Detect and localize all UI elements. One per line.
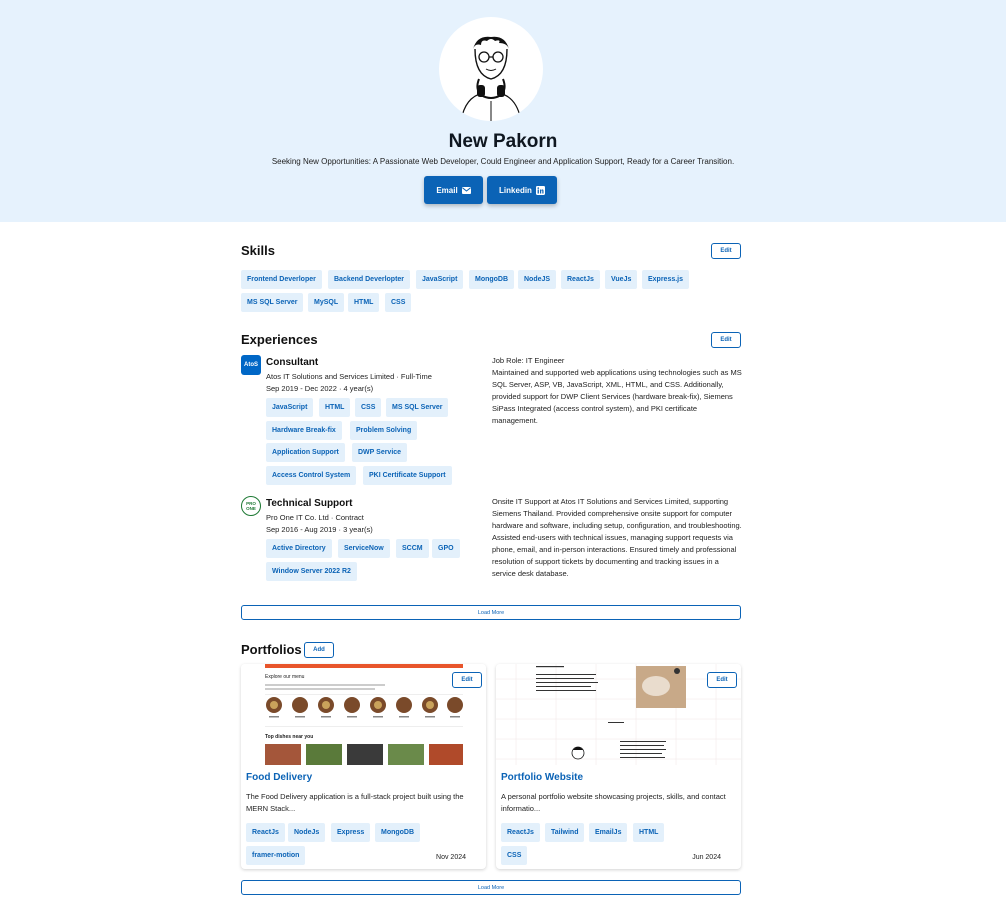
- portfolio-date: Jun 2024: [692, 854, 721, 861]
- portfolio-date: Nov 2024: [436, 854, 466, 861]
- linkedin-icon: [535, 185, 545, 195]
- portfolios-add-button[interactable]: Add: [304, 642, 334, 658]
- portfolio-tag: ReactJs: [501, 823, 540, 842]
- skill-tag: MySQL: [308, 293, 345, 312]
- portfolio-card[interactable]: Edit Portfolio Website A personal portfo…: [496, 664, 741, 869]
- portfolio-tag: ReactJs: [246, 823, 285, 842]
- job-company: Atos IT Solutions and Services Limited ·…: [266, 372, 432, 381]
- portfolio-tag: EmailJs: [589, 823, 628, 842]
- portfolios-load-more-button[interactable]: Load More: [241, 880, 741, 895]
- linkedin-button[interactable]: Linkedin: [487, 176, 557, 204]
- pro-one-logo: PRO ONE: [241, 496, 261, 516]
- portfolio-tag: Tailwind: [545, 823, 585, 842]
- skill-tag: ReactJs: [561, 270, 600, 289]
- preview-heading: Explore our menu: [265, 674, 305, 680]
- experience-tag: PKI Certificate Support: [363, 466, 452, 485]
- portfolio-tag: HTML: [633, 823, 665, 842]
- profile-name: New Pakorn: [448, 131, 558, 152]
- portfolio-edit-button[interactable]: Edit: [707, 672, 737, 688]
- profile-tagline: Seeking New Opportunities: A Passionate …: [271, 157, 735, 166]
- portfolio-tag: framer-motion: [246, 846, 306, 865]
- job-description: Onsite IT Support at Atos IT Solutions a…: [492, 497, 742, 578]
- email-button-label: Email: [436, 185, 458, 195]
- experience-tag: CSS: [355, 398, 382, 417]
- job-company: Pro One IT Co. Ltd · Contract: [266, 513, 364, 522]
- portfolio-website-screenshot: [496, 664, 741, 765]
- job-title: Consultant: [266, 357, 319, 368]
- job-title: Technical Support: [266, 498, 353, 509]
- mail-icon: [461, 186, 471, 194]
- experience-tag: Window Server 2022 R2: [266, 562, 357, 581]
- portfolio-website-preview: [496, 664, 741, 765]
- portfolio-tag: NodeJs: [288, 823, 326, 842]
- experience-tag: Access Control System: [266, 466, 357, 485]
- portfolio-edit-button[interactable]: Edit: [452, 672, 482, 688]
- avatar: [439, 17, 543, 121]
- portfolio-description: The Food Delivery application is a full-…: [246, 792, 464, 813]
- skill-tag: HTML: [348, 293, 380, 312]
- portfolio-title[interactable]: Food Delivery: [246, 772, 312, 783]
- portfolio-card[interactable]: Explore our menu Top dishes near you Edi…: [241, 664, 486, 869]
- atos-logo: AtoS: [241, 355, 261, 375]
- portfolios-title: Portfolios: [241, 642, 302, 657]
- portfolio-title[interactable]: Portfolio Website: [501, 772, 583, 783]
- experience-tag: Problem Solving: [350, 421, 418, 440]
- skill-tag: JavaScript: [416, 270, 464, 289]
- portfolio-tag: Express: [331, 823, 371, 842]
- skill-tag: CSS: [385, 293, 412, 312]
- experience-tag: HTML: [319, 398, 351, 417]
- experience-tag: GPO: [432, 539, 460, 558]
- linkedin-button-label: Linkedin: [499, 185, 532, 195]
- experience-tag: Active Directory: [266, 539, 332, 558]
- experience-tag: DWP Service: [352, 443, 408, 462]
- job-period: Sep 2016 - Aug 2019 · 3 year(s): [266, 525, 373, 534]
- email-button[interactable]: Email: [424, 176, 483, 204]
- experiences-title: Experiences: [241, 332, 318, 347]
- job-period: Sep 2019 - Dec 2022 · 4 year(s): [266, 384, 374, 393]
- skill-tag: NodeJS: [518, 270, 557, 289]
- portfolio-tag: MongoDB: [375, 823, 421, 842]
- preview-subheading: Top dishes near you: [265, 734, 314, 740]
- portfolio-tag: CSS: [501, 846, 528, 865]
- skills-edit-button[interactable]: Edit: [711, 243, 741, 259]
- skill-tag: MongoDB: [469, 270, 515, 289]
- food-delivery-preview: Explore our menu Top dishes near you: [241, 664, 486, 765]
- job-role-heading: Job Role: IT Engineer: [492, 356, 565, 365]
- skill-tag: MS SQL Server: [241, 293, 304, 312]
- experience-tag: JavaScript: [266, 398, 314, 417]
- profile-header: New Pakorn Seeking New Opportunities: A …: [0, 0, 1006, 222]
- experience-tag: SCCM: [396, 539, 429, 558]
- skills-title: Skills: [241, 243, 275, 258]
- skill-tag: Express.js: [642, 270, 690, 289]
- skill-tag: Frontend Deverloper: [241, 270, 322, 289]
- experience-tag: MS SQL Server: [386, 398, 449, 417]
- avatar-illustration: [460, 36, 522, 121]
- job-description: Maintained and supported web application…: [492, 368, 742, 425]
- experiences-edit-button[interactable]: Edit: [711, 332, 741, 348]
- experience-tag: Hardware Break-fix: [266, 421, 342, 440]
- portfolio-description: A personal portfolio website showcasing …: [501, 792, 726, 813]
- skill-tag: Backend Deverlopter: [328, 270, 411, 289]
- experience-tag: ServiceNow: [338, 539, 390, 558]
- experiences-load-more-button[interactable]: Load More: [241, 605, 741, 620]
- skill-tag: VueJs: [605, 270, 638, 289]
- experience-tag: Application Support: [266, 443, 345, 462]
